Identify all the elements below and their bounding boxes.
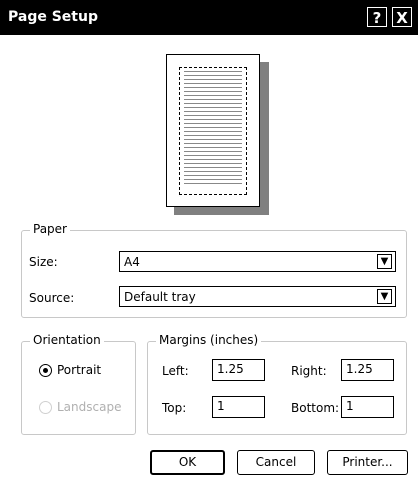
source-value: Default tray [124,290,196,304]
preview-margins [179,67,247,195]
landscape-label: Landscape [57,400,122,414]
radio-selected-dot [43,368,48,373]
margins-group [147,341,407,435]
chevron-down-icon[interactable]: ▼ [377,289,392,304]
title-bar: Page Setup ? X [0,0,418,35]
bottom-margin-input[interactable]: 1 [341,396,394,418]
orientation-group [21,341,136,435]
printer-button[interactable]: Printer... [327,450,408,475]
paper-legend: Paper [30,222,70,236]
size-label: Size: [29,255,58,269]
bottom-label: Bottom: [291,401,340,415]
left-label: Left: [162,364,189,378]
size-value: A4 [124,255,140,269]
page-setup-dialog: Page Setup ? X Paper Size: A4 ▼ Source: … [0,0,418,484]
landscape-radio [39,401,52,414]
source-select[interactable]: Default tray ▼ [119,286,396,307]
top-margin-input[interactable]: 1 [212,396,265,418]
right-label: Right: [291,364,327,378]
close-icon[interactable]: X [392,7,412,27]
margins-legend: Margins (inches) [156,333,262,347]
portrait-label[interactable]: Portrait [57,363,101,377]
chevron-down-icon[interactable]: ▼ [377,254,392,269]
dialog-title: Page Setup [8,9,98,25]
preview-page [166,54,260,207]
top-label: Top: [162,401,187,415]
help-icon[interactable]: ? [367,7,387,27]
left-margin-input[interactable]: 1.25 [212,359,265,381]
source-label: Source: [29,291,75,305]
ok-button[interactable]: OK [150,450,225,475]
cancel-button[interactable]: Cancel [237,450,315,475]
orientation-legend: Orientation [30,333,104,347]
size-select[interactable]: A4 ▼ [119,251,396,272]
portrait-radio[interactable] [39,364,52,377]
right-margin-input[interactable]: 1.25 [341,359,394,381]
